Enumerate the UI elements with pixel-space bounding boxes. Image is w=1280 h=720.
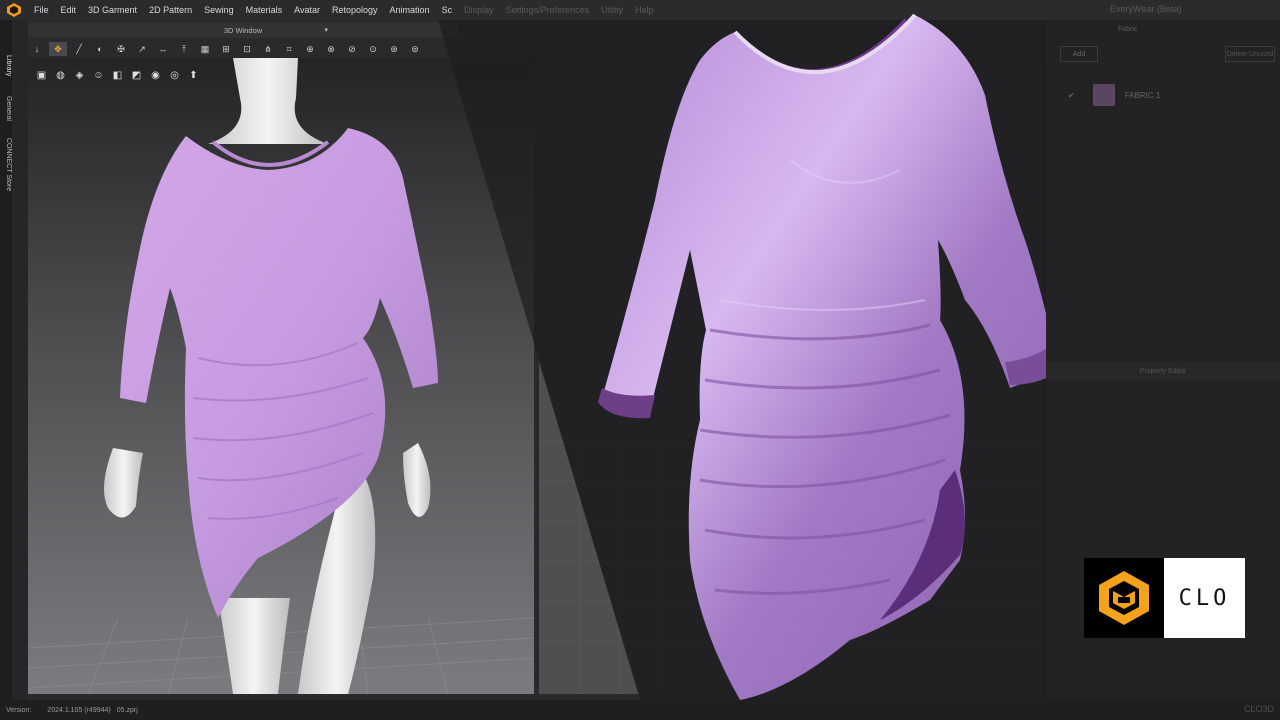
line-tool-icon[interactable]: ╱ bbox=[70, 42, 88, 56]
shading-icon[interactable]: ◧ bbox=[110, 68, 125, 83]
menu-avatar[interactable]: Avatar bbox=[294, 5, 320, 15]
menu-help[interactable]: Help bbox=[635, 5, 654, 15]
menu-materials[interactable]: Materials bbox=[246, 5, 283, 15]
fabric-swatch bbox=[1092, 84, 1115, 106]
menu-3d-garment[interactable]: 3D Garment bbox=[88, 5, 137, 15]
watermark-text: CLO3D bbox=[1243, 704, 1274, 714]
menu-display[interactable]: Display bbox=[464, 5, 494, 15]
clo-wordmark: CLO bbox=[1164, 558, 1245, 638]
pin-tool-icon[interactable]: ↗ bbox=[133, 42, 151, 56]
puckering-tool-icon[interactable]: ⊜ bbox=[406, 42, 424, 56]
trim-tool-icon[interactable]: ⋔ bbox=[259, 42, 277, 56]
avatar-render bbox=[28, 58, 534, 694]
version-label: Version: bbox=[6, 706, 32, 714]
wireframe-icon[interactable]: ◩ bbox=[129, 68, 144, 83]
version-value: 2024.1.105 (r49944) bbox=[47, 706, 111, 714]
menu-settings[interactable]: Settings/Preferences bbox=[506, 5, 590, 15]
trim-add-tool-icon[interactable]: ⊙ bbox=[364, 42, 382, 56]
add-fabric-button[interactable]: Add bbox=[1060, 46, 1098, 62]
sidebar-tab-library[interactable]: Library bbox=[0, 48, 12, 84]
arrange-tool-icon[interactable]: ⊡ bbox=[238, 42, 256, 56]
menu-animation[interactable]: Animation bbox=[390, 5, 430, 15]
grid-tool-icon[interactable]: ▦ bbox=[196, 42, 214, 56]
show-avatar-icon[interactable]: ▣ bbox=[34, 68, 49, 83]
clo-hexagon-icon bbox=[1099, 571, 1149, 625]
texture-view-icon[interactable]: ◈ bbox=[72, 68, 87, 83]
3d-viewport[interactable] bbox=[28, 58, 534, 694]
menu-bar: File Edit 3D Garment 2D Pattern Sewing M… bbox=[0, 0, 1280, 20]
topstitch-tool-icon[interactable]: ⊛ bbox=[385, 42, 403, 56]
tack-tool-icon[interactable]: ✠ bbox=[112, 42, 130, 56]
3d-window-header: 3D Window ▾ bbox=[28, 22, 458, 38]
buttonhole-tool-icon[interactable]: ⊗ bbox=[322, 42, 340, 56]
clo-logo: CLO bbox=[1084, 558, 1245, 638]
property-editor-header: Property Editor bbox=[1046, 362, 1280, 380]
sidebar-tab-connect-store[interactable]: CONNECT Store bbox=[0, 130, 12, 200]
menu-utility[interactable]: Utility bbox=[601, 5, 623, 15]
sidebar-tab-general[interactable]: General bbox=[0, 88, 12, 128]
fit-map-icon[interactable]: ◎ bbox=[167, 68, 182, 83]
2d-pattern-window[interactable] bbox=[539, 62, 1042, 694]
menu-sewing[interactable]: Sewing bbox=[204, 5, 234, 15]
show-garment-icon[interactable]: ◍ bbox=[53, 68, 68, 83]
measure-tool-icon[interactable]: ↔ bbox=[154, 42, 172, 56]
clo-app-icon[interactable] bbox=[6, 2, 22, 18]
workspace-title: EveryWear (Beta) bbox=[1110, 4, 1182, 14]
fold-tool-icon[interactable]: ◐ bbox=[91, 42, 109, 56]
fabric-name: FABRIC 1 bbox=[1124, 90, 1161, 100]
menu-edit[interactable]: Edit bbox=[61, 5, 77, 15]
3d-toolbar: ↓ ✥ ╱ ◐ ✠ ↗ ↔ ⤒ ▦ ⊞ ⊡ ⋔ ⌗ ⊕ ⊗ ⊘ ⊙ ⊛ ⊜ bbox=[28, 40, 458, 58]
check-icon: ✔ bbox=[1068, 90, 1075, 100]
menu-sc[interactable]: Sc bbox=[442, 5, 453, 15]
zipper-tool-icon[interactable]: ⊘ bbox=[343, 42, 361, 56]
transform-tool-icon[interactable]: ✥ bbox=[49, 42, 67, 56]
window-menu-arrow-icon[interactable]: ▾ bbox=[324, 26, 328, 34]
file-name: 05.zprj bbox=[116, 706, 138, 714]
strain-map-icon[interactable]: ◉ bbox=[148, 68, 163, 83]
select-move-tool-icon[interactable]: ↓ bbox=[28, 42, 46, 56]
sew-tool-icon[interactable]: ⌗ bbox=[280, 42, 298, 56]
tab-fabric[interactable]: Fabric bbox=[1118, 26, 1137, 33]
3d-toolbar-secondary: ▣ ◍ ◈ ☺ ◧ ◩ ◉ ◎ ⬆ bbox=[34, 66, 205, 84]
status-bar: Version: 2024.1.105 (r49944) 05.zprj bbox=[0, 700, 1280, 720]
left-sidebar: Library General CONNECT Store bbox=[0, 20, 12, 700]
fabric-list-item[interactable]: ✔ FABRIC 1 bbox=[1068, 84, 1160, 106]
upload-icon[interactable]: ⬆ bbox=[186, 68, 201, 83]
menu-retopology[interactable]: Retopology bbox=[332, 5, 378, 15]
clo-hexagon-logo bbox=[1084, 558, 1164, 638]
lift-tool-icon[interactable]: ⤒ bbox=[175, 42, 193, 56]
pattern-grid bbox=[539, 362, 1042, 694]
delete-unused-button[interactable]: Delete Unused bbox=[1225, 46, 1275, 62]
button-tool-icon[interactable]: ⊕ bbox=[301, 42, 319, 56]
library-strip bbox=[12, 20, 28, 700]
pattern-tool-icon[interactable]: ⊞ bbox=[217, 42, 235, 56]
menu-file[interactable]: File bbox=[34, 5, 49, 15]
avatar-view-icon[interactable]: ☺ bbox=[91, 68, 106, 83]
menu-2d-pattern[interactable]: 2D Pattern bbox=[149, 5, 192, 15]
3d-window-title: 3D Window bbox=[223, 25, 263, 35]
